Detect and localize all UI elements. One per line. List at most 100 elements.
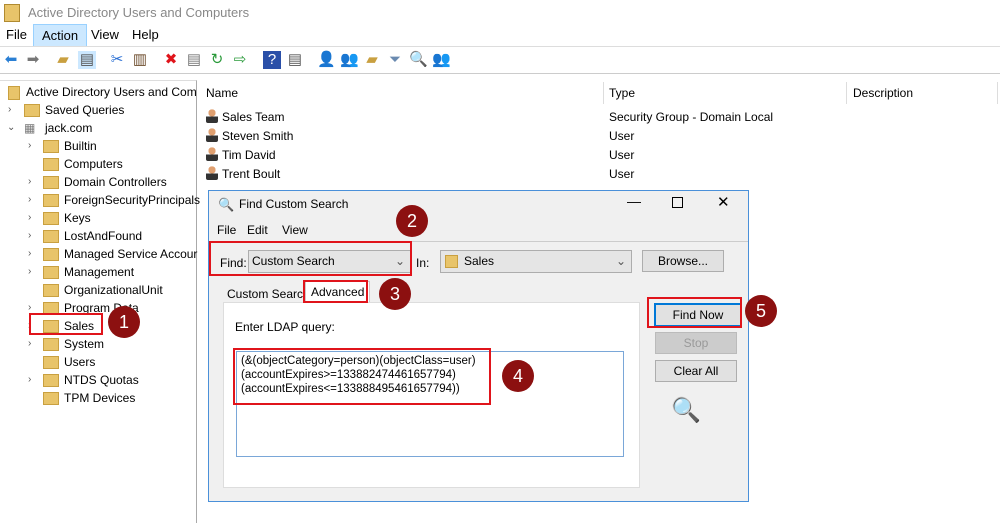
in-select[interactable]: Sales ⌄ (440, 250, 632, 273)
menu-file[interactable]: File (6, 27, 27, 42)
tab-custom-search[interactable]: Custom Search (227, 287, 310, 301)
tree-item[interactable]: TPM Devices (0, 389, 135, 407)
chevron-right-icon[interactable]: › (28, 371, 31, 389)
tree-item[interactable]: OrganizationalUnit (0, 281, 163, 299)
find-icon[interactable]: 🔍 (409, 51, 428, 69)
tree-item[interactable]: › Keys (0, 209, 91, 227)
app-icon (4, 4, 20, 22)
chevron-right-icon[interactable]: › (28, 263, 31, 281)
list-row-name[interactable]: Steven Smith (206, 127, 293, 145)
tree-root[interactable]: Active Directory Users and Com (8, 83, 197, 101)
show-tree-icon[interactable]: ▤ (78, 51, 96, 69)
folder-icon (43, 158, 59, 171)
tree-pane: Active Directory Users and Com › Saved Qu… (0, 80, 200, 523)
help-icon[interactable]: ? (263, 51, 281, 69)
folder-icon (43, 140, 59, 153)
stop-button[interactable]: Stop (655, 332, 737, 354)
chevron-right-icon[interactable]: › (28, 245, 31, 263)
new-ou-icon[interactable]: ▰ (363, 51, 381, 69)
list-row-type: User (609, 129, 635, 143)
tree-item[interactable]: › NTDS Quotas (0, 371, 139, 389)
properties-icon[interactable]: ▤ (185, 51, 203, 69)
step-badge-3: 3 (379, 278, 411, 310)
folder-icon (43, 194, 59, 207)
tree-item[interactable]: › LostAndFound (0, 227, 142, 245)
folder-icon (43, 212, 59, 225)
chevron-right-icon[interactable]: › (28, 137, 31, 155)
up-folder-icon[interactable]: ▰ (54, 51, 72, 69)
in-label: In: (416, 256, 430, 270)
step-badge-5: 5 (745, 295, 777, 327)
dialog-menu-view[interactable]: View (282, 223, 308, 237)
highlight-advanced (303, 280, 368, 303)
ldap-label: Enter LDAP query: (235, 320, 335, 334)
forward-icon[interactable]: ➡ (24, 51, 42, 69)
tree-item[interactable]: › Management (0, 263, 134, 281)
step-badge-1: 1 (108, 306, 140, 338)
list-row-type: User (609, 167, 635, 181)
maximize-button[interactable] (672, 197, 683, 208)
list-row-name[interactable]: Sales Team (206, 108, 284, 126)
add-to-group-icon[interactable]: 👥 (432, 51, 451, 69)
tree-item[interactable]: Users (0, 353, 95, 371)
ad-icon (8, 86, 20, 100)
column-name[interactable]: Name (206, 86, 238, 100)
list-row-type: Security Group - Domain Local (609, 110, 774, 124)
chevron-right-icon[interactable]: › (28, 173, 31, 191)
tree-item[interactable]: › Builtin (0, 137, 97, 155)
export-icon[interactable]: ⇨ (231, 51, 249, 69)
folder-icon (43, 356, 59, 369)
minimize-button[interactable]: — (627, 193, 641, 209)
folder-icon (43, 230, 59, 243)
action-pane-icon[interactable]: ▤ (286, 51, 304, 69)
column-description[interactable]: Description (853, 86, 913, 100)
delete-icon[interactable]: ✖ (162, 51, 180, 69)
folder-icon (24, 104, 40, 117)
chevron-right-icon[interactable]: › (28, 191, 31, 209)
user-icon (206, 166, 218, 180)
paste-icon[interactable]: ▥ (131, 51, 149, 69)
cut-icon[interactable]: ✂ (108, 51, 126, 69)
folder-icon (43, 338, 59, 351)
tree-item[interactable]: Computers (0, 155, 123, 173)
list-row-name[interactable]: Tim David (206, 146, 276, 164)
clear-all-button[interactable]: Clear All (655, 360, 737, 382)
chevron-right-icon[interactable]: › (28, 227, 31, 245)
highlight-sales (29, 313, 103, 335)
filter-icon[interactable]: ⏷ (386, 51, 404, 69)
user-icon (206, 128, 218, 142)
tree-saved-queries[interactable]: › Saved Queries (0, 101, 124, 119)
tree-item[interactable]: › ForeignSecurityPrincipals (0, 191, 200, 209)
refresh-icon[interactable]: ↻ (208, 51, 226, 69)
dialog-menu-edit[interactable]: Edit (247, 223, 268, 237)
column-type[interactable]: Type (609, 86, 635, 100)
folder-icon (43, 266, 59, 279)
toolbar: ⬅ ➡ ▰ ▤ ✂ ▥ ✖ ▤ ↻ ⇨ ? ▤ 👤 👥 ▰ ⏷ 🔍 👥 (0, 46, 1000, 74)
new-user-icon[interactable]: 👤 (317, 51, 336, 69)
chevron-right-icon[interactable]: › (28, 335, 31, 353)
list-row-name[interactable]: Trent Boult (206, 165, 280, 183)
browse-button[interactable]: Browse... (642, 250, 724, 272)
find-dialog: 🔍 Find Custom Search — ✕ File Edit View … (208, 190, 749, 502)
close-button[interactable]: ✕ (717, 193, 730, 211)
menu-view[interactable]: View (91, 27, 119, 42)
menu-action[interactable]: Action (33, 24, 88, 47)
chevron-down-icon: ⌄ (615, 254, 626, 268)
tree-item[interactable]: › System (0, 335, 104, 353)
folder-icon (43, 248, 59, 261)
back-icon[interactable]: ⬅ (2, 51, 20, 69)
folder-icon (43, 374, 59, 387)
tree-item[interactable]: › Managed Service Accour (0, 245, 197, 263)
window-title: Active Directory Users and Computers (28, 5, 250, 20)
list-row-type: User (609, 148, 635, 162)
tree-domain[interactable]: ⌄ ▦ jack.com (0, 119, 92, 137)
chevron-right-icon[interactable]: › (28, 209, 31, 227)
tree-item[interactable]: › Domain Controllers (0, 173, 167, 191)
chevron-down-icon[interactable]: ⌄ (7, 119, 15, 137)
chevron-right-icon[interactable]: › (8, 101, 11, 119)
menu-help[interactable]: Help (132, 27, 159, 42)
folder-icon (43, 392, 59, 405)
dialog-menu-file[interactable]: File (217, 223, 236, 237)
folder-icon (43, 176, 59, 189)
new-group-icon[interactable]: 👥 (340, 51, 359, 69)
